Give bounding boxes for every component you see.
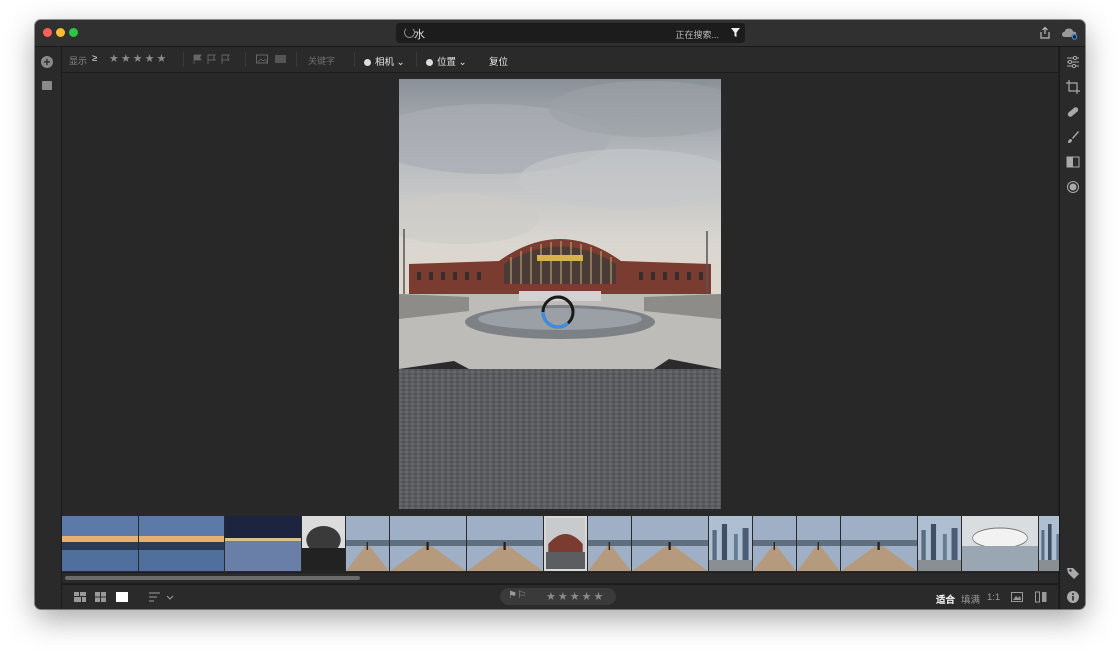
filmstrip-thumbnail[interactable] [302, 516, 345, 571]
add-photos-icon[interactable]: + [41, 56, 53, 68]
media-type-filter-icon[interactable] [256, 54, 288, 65]
rating-flag-pill: ⚑⚐ ★★★★★ [500, 588, 616, 605]
compare-view-icon[interactable] [1035, 591, 1047, 603]
search-field[interactable]: 水 正在搜索... ✕ [396, 23, 745, 43]
filmstrip-thumbnail[interactable] [346, 516, 389, 571]
filmstrip-thumbnail[interactable] [139, 516, 224, 571]
close-window-button[interactable] [43, 28, 52, 37]
right-panel-bar [1059, 47, 1085, 609]
sort-icon[interactable] [149, 592, 175, 602]
filmstrip-thumbnail[interactable] [962, 516, 1038, 571]
divider [245, 52, 246, 67]
camera-dot-icon [364, 59, 371, 66]
zoom-fit-button[interactable]: 适合 [936, 592, 955, 606]
thumbnail-image [797, 516, 840, 571]
brush-icon[interactable] [1066, 130, 1080, 144]
filmstrip-thumbnail[interactable] [841, 516, 917, 571]
info-icon[interactable] [1066, 590, 1080, 604]
photo-grid-icon[interactable] [74, 592, 86, 602]
filmstrip-scrollbar[interactable] [62, 573, 1058, 583]
filmstrip-thumbnail[interactable] [225, 516, 301, 571]
search-query[interactable]: 水 [414, 26, 425, 42]
filter-bar: 显示 ≥ ★★★★★ 关键字 相机 ⌄ 位置 ⌄ 复位 [62, 47, 1058, 73]
divider [183, 52, 184, 67]
thumbnail-image [390, 516, 466, 571]
main-photo[interactable] [399, 79, 721, 509]
filmstrip-thumbnail[interactable] [467, 516, 543, 571]
thumbnail-image [225, 516, 301, 571]
rating-filter-stars[interactable]: ★★★★★ [109, 52, 168, 65]
thumbnail-image [139, 516, 224, 571]
filmstrip-thumbnail[interactable] [709, 516, 752, 571]
photo-canvas [62, 73, 1058, 516]
left-panel-bar: + [35, 47, 62, 609]
filmstrip-thumbnail[interactable] [632, 516, 708, 571]
thumbnail-image [346, 516, 389, 571]
zoom-fill-button[interactable]: 填满 [961, 592, 980, 606]
filmstrip-thumbnail[interactable] [753, 516, 796, 571]
zoom-window-button[interactable] [69, 28, 78, 37]
thumbnail-image [588, 516, 631, 571]
show-label: 显示 [69, 56, 88, 66]
flag-buttons-icon[interactable]: ⚑⚐ [508, 590, 526, 601]
location-dot-icon [426, 59, 433, 66]
filmstrip-thumbnail[interactable] [588, 516, 631, 571]
filmstrip-thumbnail[interactable] [390, 516, 466, 571]
edit-sliders-icon[interactable] [1066, 55, 1080, 69]
thumbnail-image [962, 516, 1038, 571]
camera-filter-dropdown[interactable]: 相机 ⌄ [364, 54, 405, 68]
reset-filter-button[interactable]: 复位 [489, 54, 508, 68]
divider [354, 52, 355, 67]
radial-gradient-icon[interactable] [1066, 180, 1080, 194]
cloud-sync-icon[interactable] [1061, 26, 1079, 40]
filter-toggle-button[interactable] [726, 23, 745, 42]
search-status: 正在搜索... [675, 30, 719, 40]
app-window: 水 正在搜索... ✕ + 显示 ≥ ★★★★★ [35, 20, 1085, 609]
thumbnail-image [918, 516, 961, 571]
thumbnail-image [302, 516, 345, 571]
thumbnail-image [632, 516, 708, 571]
crop-icon[interactable] [1066, 80, 1080, 94]
thumbnail-image [841, 516, 917, 571]
thumbnail-image [709, 516, 752, 571]
zoom-1to1-button[interactable]: 1:1 [987, 592, 1000, 603]
loading-spinner-icon [541, 295, 575, 329]
square-grid-icon[interactable] [95, 592, 106, 602]
divider [416, 52, 417, 67]
filmstrip [62, 516, 1069, 572]
thumbnail-image [544, 516, 587, 571]
detail-view-icon[interactable] [116, 592, 128, 602]
location-filter-dropdown[interactable]: 位置 ⌄ [426, 54, 467, 68]
keyword-filter[interactable]: 关键字 [308, 54, 335, 67]
flag-filter-icon[interactable] [193, 54, 235, 65]
before-after-icon[interactable] [1011, 592, 1023, 602]
rating-operator[interactable]: ≥ [92, 53, 97, 64]
tag-icon[interactable] [1066, 566, 1080, 580]
healing-brush-icon[interactable] [1066, 105, 1080, 119]
thumbnail-image [467, 516, 543, 571]
scrollbar-thumb[interactable] [65, 576, 360, 580]
thumbnail-image [753, 516, 796, 571]
title-bar: 水 正在搜索... ✕ [35, 20, 1085, 47]
filmstrip-thumbnail[interactable] [797, 516, 840, 571]
share-icon[interactable] [1038, 26, 1052, 40]
filmstrip-thumbnail[interactable] [918, 516, 961, 571]
divider [296, 52, 297, 67]
linear-gradient-icon[interactable] [1066, 155, 1080, 169]
library-icon[interactable] [42, 81, 52, 90]
filmstrip-thumbnail[interactable] [62, 516, 138, 571]
rating-stars[interactable]: ★★★★★ [546, 590, 605, 603]
filmstrip-thumbnail[interactable] [544, 516, 587, 571]
minimize-window-button[interactable] [56, 28, 65, 37]
bottom-toolbar: ⚑⚐ ★★★★★ 适合 填满 1:1 [62, 584, 1058, 609]
thumbnail-image [62, 516, 138, 571]
funnel-icon [731, 28, 740, 37]
